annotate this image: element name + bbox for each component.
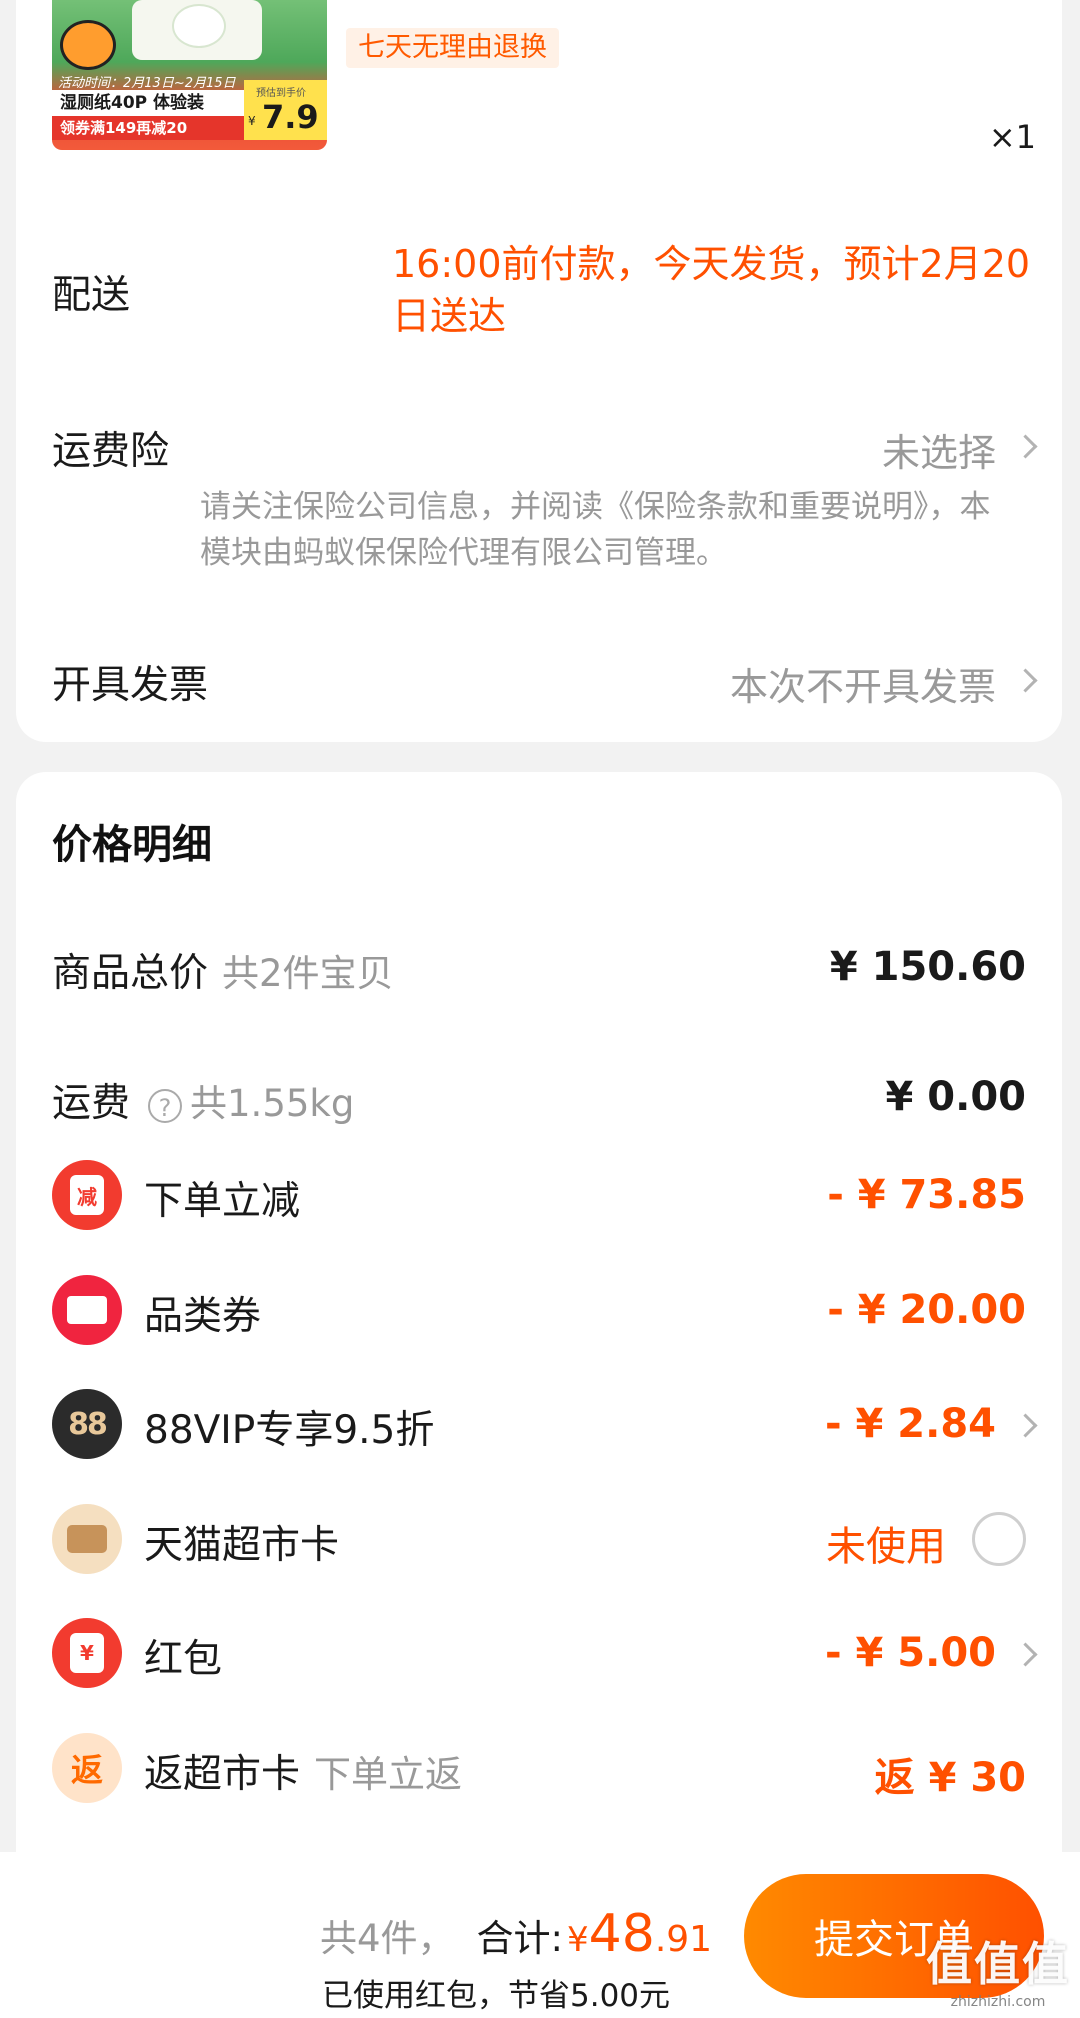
- category-coupon-label: 品类券: [144, 1294, 262, 1339]
- help-icon[interactable]: ?: [148, 1088, 183, 1123]
- total-yen: ¥: [567, 1920, 589, 1960]
- instant-discount-amount: - ¥ 73.85: [827, 1172, 1026, 1218]
- discount-icon-glyph: 减: [70, 1175, 104, 1215]
- price-details-title: 价格明细: [52, 822, 212, 868]
- chevron-right-icon: [1013, 1642, 1038, 1667]
- total-label: 合计:: [476, 1917, 564, 1960]
- thumbnail-mascot-graphic: [172, 4, 226, 48]
- thumbnail-price-tag: 预估到手价 ¥ 7.9: [244, 80, 327, 140]
- return-policy-tag: 七天无理由退换: [346, 28, 559, 68]
- watermark-logo: 值值值: [926, 1937, 1070, 1991]
- thumbnail-product-title: 湿厕纸40P 体验装: [52, 90, 247, 116]
- freight-insurance-value: 未选择: [881, 431, 996, 475]
- price-details-card: 价格明细 商品总价 共2件宝贝 ¥ 150.60 运费? 共1.55kg ¥ 0.0…: [16, 772, 1062, 1872]
- delivery-info: 16:00前付款，今天发货，预计2月20日送达: [392, 242, 1031, 338]
- red-packet-icon: ¥: [52, 1618, 122, 1688]
- instant-discount-label: 下单立减: [144, 1179, 301, 1224]
- cashback-icon: 返: [52, 1733, 122, 1803]
- order-info-card: 活动时间：2月13日~2月15日 湿厕纸40P 体验装 领券满149再减20 预…: [16, 0, 1062, 742]
- savings-note: 已使用红包，节省5.00元: [322, 1978, 671, 2014]
- card-icon: [52, 1504, 122, 1574]
- thumbnail-price-label: 预估到手价: [256, 88, 306, 99]
- chevron-right-icon: [1013, 668, 1038, 693]
- cashback-text: 返超市卡: [144, 1752, 301, 1797]
- cashback-sub: 下单立返: [314, 1753, 463, 1796]
- coupon-ticket-icon: [52, 1275, 122, 1345]
- insurance-note: 请关注保险公司信息，并阅读《保险条款和重要说明》，本模块由蚂蚁保保险代理有限公司…: [200, 489, 991, 571]
- red-packet-glyph: ¥: [70, 1633, 104, 1673]
- thumbnail-promo-dates: 活动时间：2月13日~2月15日: [58, 76, 236, 91]
- total-integer: 48: [588, 1904, 655, 1964]
- thumbnail-tiger-graphic: [60, 20, 116, 70]
- market-card-label: 天猫超市卡: [144, 1523, 340, 1568]
- cashback-label: 返超市卡 下单立返: [144, 1743, 462, 1799]
- product-thumbnail[interactable]: 活动时间：2月13日~2月15日 湿厕纸40P 体验装 领券满149再减20 预…: [52, 0, 327, 150]
- goods-total-label: 商品总价 共2件宝贝: [52, 942, 394, 998]
- shipping-weight: 共1.55kg: [190, 1082, 355, 1125]
- vip-88-icon: 88: [52, 1389, 122, 1459]
- delivery-label: 配送: [52, 273, 131, 318]
- market-card-status: 未使用: [826, 1524, 946, 1570]
- watermark-url: zhizhizhi.com: [950, 1994, 1046, 2010]
- checkout-bar: 共4件， 合计: ¥48.91 已使用红包，节省5.00元 提交订单 值值值 zhi…: [0, 1852, 1080, 2018]
- shipping-amount: ¥ 0.00: [885, 1074, 1026, 1120]
- red-packet-amount: - ¥ 5.00: [825, 1630, 996, 1676]
- vip-discount-label: 88VIP专享9.5折: [144, 1408, 435, 1453]
- goods-total-amount: ¥ 150.60: [829, 944, 1026, 990]
- goods-total-text: 商品总价: [52, 951, 209, 996]
- thumbnail-coupon-text: 领券满149再减20: [52, 116, 247, 140]
- total-decimal: .91: [654, 1919, 713, 1960]
- thumbnail-price-yen: ¥: [248, 114, 256, 128]
- card-shape: [67, 1525, 107, 1553]
- order-total-line: 共4件， 合计: ¥48.91: [320, 1904, 712, 1964]
- red-packet-label: 红包: [144, 1637, 223, 1682]
- cashback-amount: 返 ¥ 30: [874, 1755, 1026, 1801]
- thumbnail-price-value: 7.9: [262, 98, 319, 136]
- shipping-label: 运费? 共1.55kg: [52, 1072, 354, 1128]
- product-quantity: ×1: [988, 118, 1036, 156]
- goods-total-count: 共2件宝贝: [222, 952, 394, 995]
- item-count: 共4件，: [320, 1917, 455, 1960]
- chevron-right-icon: [1013, 434, 1038, 459]
- freight-insurance-label: 运费险: [52, 429, 170, 474]
- category-coupon-amount: - ¥ 20.00: [827, 1287, 1026, 1333]
- shipping-text: 运费: [52, 1081, 131, 1126]
- invoice-value: 本次不开具发票: [729, 665, 996, 709]
- market-card-radio[interactable]: [972, 1512, 1026, 1566]
- vip-discount-amount: - ¥ 2.84: [825, 1401, 996, 1447]
- invoice-label: 开具发票: [52, 663, 209, 708]
- discount-icon: 减: [52, 1160, 122, 1230]
- chevron-right-icon: [1013, 1413, 1038, 1438]
- ticket-shape: [67, 1296, 107, 1324]
- site-watermark: 值值值 zhizhizhi.com: [926, 1928, 1070, 2010]
